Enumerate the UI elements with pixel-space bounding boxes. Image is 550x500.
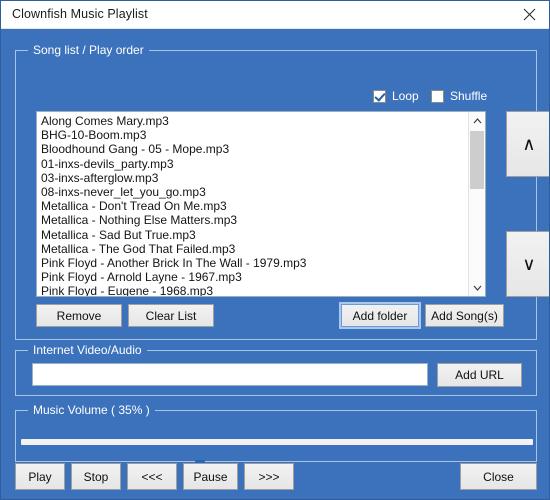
song-list-scrollbar[interactable]	[468, 112, 485, 296]
loop-checkbox-label: Loop	[392, 89, 419, 103]
list-item[interactable]: Pink Floyd - Arnold Layne - 1967.mp3	[41, 270, 468, 284]
music-volume-label: Music Volume ( 35% )	[28, 403, 155, 417]
move-song-up-button[interactable]: ∧	[506, 111, 550, 177]
next-button[interactable]: >>>	[244, 463, 294, 490]
song-list-items: Along Comes Mary.mp3BHG-10-Boom.mp3Blood…	[37, 112, 468, 297]
internet-media-group-label: Internet Video/Audio	[28, 343, 147, 357]
shuffle-checkbox-label: Shuffle	[450, 89, 487, 103]
add-songs-button[interactable]: Add Song(s)	[425, 304, 504, 327]
list-item[interactable]: Pink Floyd - Eugene - 1968.mp3	[41, 284, 468, 297]
pause-button[interactable]: Pause	[183, 463, 238, 490]
stop-button[interactable]: Stop	[71, 463, 121, 490]
list-item[interactable]: Pink Floyd - Another Brick In The Wall -…	[41, 256, 468, 270]
song-list-box[interactable]: Along Comes Mary.mp3BHG-10-Boom.mp3Blood…	[36, 111, 486, 297]
close-window-button[interactable]	[507, 1, 550, 28]
add-folder-button[interactable]: Add folder	[341, 304, 419, 327]
volume-slider-track[interactable]	[21, 439, 533, 445]
song-list-group-label: Song list / Play order	[28, 43, 149, 57]
internet-media-group: Internet Video/Audio Add URL	[15, 350, 537, 396]
list-item[interactable]: Metallica - Nothing Else Matters.mp3	[41, 213, 468, 227]
checkbox-box-icon	[431, 90, 444, 103]
music-volume-group: Music Volume ( 35% )	[15, 410, 537, 462]
list-item[interactable]: Metallica - Don't Tread On Me.mp3	[41, 199, 468, 213]
dialog-body: Song list / Play order Loop Shuffle Alon…	[1, 29, 550, 500]
list-item[interactable]: 03-inxs-afterglow.mp3	[41, 171, 468, 185]
list-item[interactable]: 08-inxs-never_let_you_go.mp3	[41, 185, 468, 199]
list-item[interactable]: 01-inxs-devils_party.mp3	[41, 157, 468, 171]
song-list-group: Song list / Play order Loop Shuffle Alon…	[15, 50, 537, 340]
clear-list-button[interactable]: Clear List	[128, 304, 214, 327]
previous-button[interactable]: <<<	[127, 463, 177, 490]
url-input[interactable]	[32, 363, 428, 386]
chevron-up-icon	[473, 118, 482, 124]
list-item[interactable]: Along Comes Mary.mp3	[41, 114, 468, 128]
remove-button[interactable]: Remove	[36, 304, 122, 327]
checkbox-check-icon	[373, 90, 386, 103]
scroll-up-button[interactable]	[469, 112, 485, 129]
list-item[interactable]: Metallica - Sad But True.mp3	[41, 228, 468, 242]
loop-checkbox[interactable]: Loop	[373, 89, 419, 103]
title-bar: Clownfish Music Playlist	[1, 1, 550, 29]
shuffle-checkbox[interactable]: Shuffle	[431, 89, 487, 103]
close-icon	[523, 8, 536, 21]
scrollbar-thumb[interactable]	[470, 131, 484, 189]
chevron-down-icon	[473, 285, 482, 291]
close-button[interactable]: Close	[460, 463, 537, 490]
scroll-down-button[interactable]	[469, 279, 485, 296]
add-url-button[interactable]: Add URL	[437, 363, 522, 387]
playlist-window: Clownfish Music Playlist Song list / Pla…	[0, 0, 550, 500]
list-item[interactable]: Metallica - The God That Failed.mp3	[41, 242, 468, 256]
list-item[interactable]: BHG-10-Boom.mp3	[41, 128, 468, 142]
play-button[interactable]: Play	[15, 463, 65, 490]
window-title: Clownfish Music Playlist	[12, 7, 148, 21]
list-item[interactable]: Bloodhound Gang - 05 - Mope.mp3	[41, 142, 468, 156]
move-song-down-button[interactable]: ∨	[506, 231, 550, 297]
